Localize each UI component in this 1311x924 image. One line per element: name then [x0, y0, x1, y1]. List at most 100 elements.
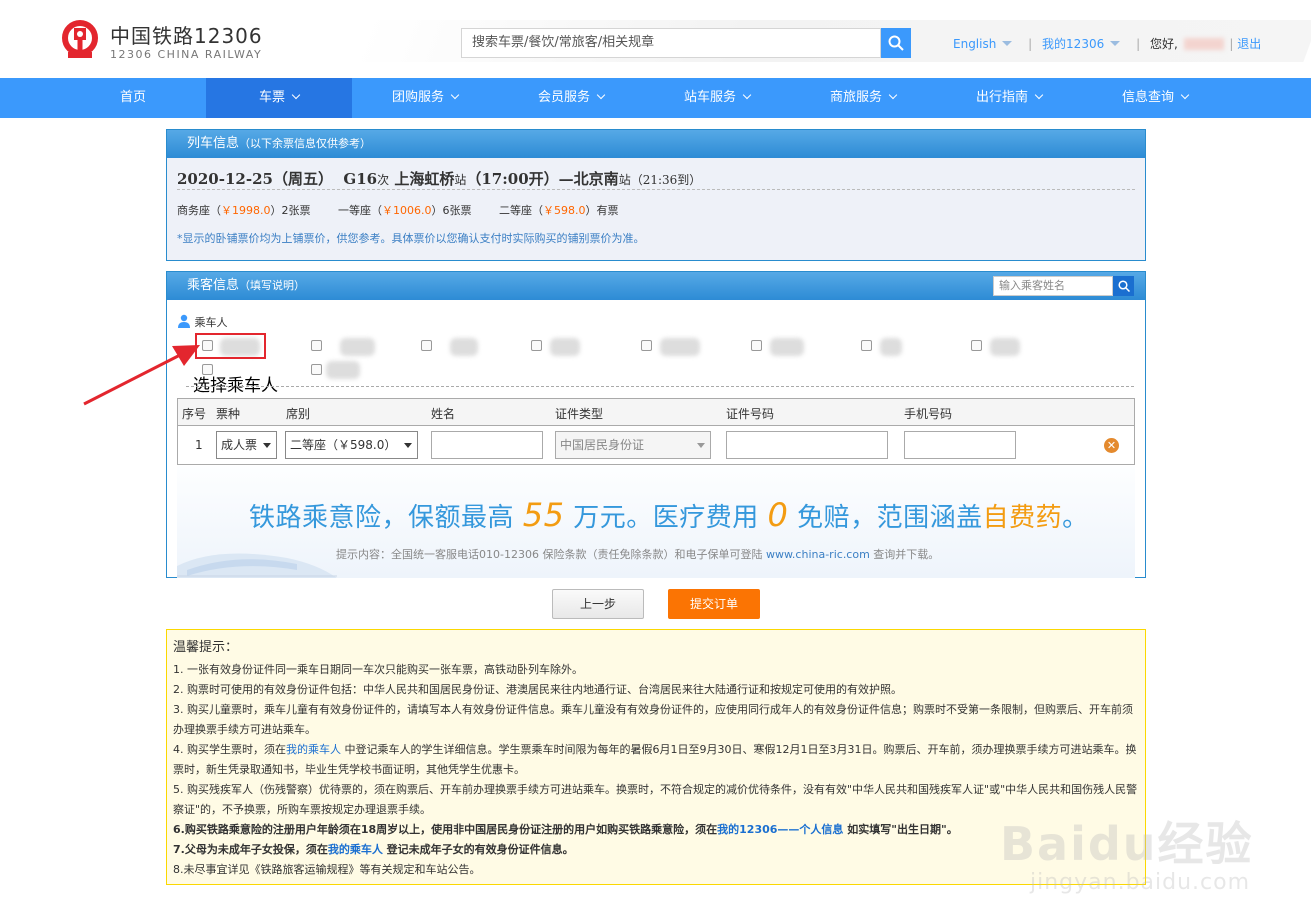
tip-item: 1. 一张有效身份证件同一乘车日期同一车次只能购买一张车票，高铁动卧列车除外。: [173, 663, 583, 676]
train-info-body: 2020-12-25（周五） G16次 上海虹桥站（17:00开）—北京南站（2…: [167, 158, 1145, 260]
passenger-name-redacted: [340, 338, 375, 356]
tip-text: 6.购买铁路乘意险的注册用户年龄须在18周岁以上，使用非中国居民身份证注册的用户…: [173, 823, 718, 836]
nav-travel-guide[interactable]: 出行指南: [936, 78, 1082, 118]
submit-order-button[interactable]: 提交订单: [668, 589, 760, 619]
id-number-input[interactable]: [726, 431, 888, 459]
top-links: English | 我的12306 | 您好, | 退出: [953, 35, 1261, 52]
seat-availability: 商务座（￥1998.0）2张票 一等座（￥1006.0）6张票 二等座（￥598…: [177, 190, 1135, 220]
nav-station-service[interactable]: 站车服务: [644, 78, 790, 118]
panel-header: 列车信息（以下余票信息仅供参考）: [167, 130, 1145, 158]
phone-input[interactable]: [904, 431, 1016, 459]
china-railway-logo-icon[interactable]: [60, 18, 104, 62]
seat-business: 商务座（￥1998.0）2张票: [177, 202, 311, 218]
passenger-checkbox[interactable]: [971, 340, 982, 351]
train-ci: 次: [377, 173, 390, 187]
price-note: *显示的卧铺票价均为上铺票价，供您参考。具体票价以您确认支付时实际购买的铺别票价…: [177, 232, 645, 245]
insurance-url-link[interactable]: www.china-ric.com: [766, 548, 870, 561]
col-name: 姓名: [431, 407, 456, 421]
chevron-down-icon: [450, 90, 460, 100]
my-passengers-link[interactable]: 我的乘车人: [286, 743, 341, 756]
language-link[interactable]: English: [953, 37, 996, 51]
logo-title[interactable]: 中国铁路12306: [110, 20, 263, 49]
arrive-time: （21:36到）: [630, 173, 702, 187]
nav-member-service[interactable]: 会员服务: [498, 78, 644, 118]
train-info-panel: 列车信息（以下余票信息仅供参考） 2020-12-25（周五） G16次 上海虹…: [166, 129, 1146, 261]
nav-group-service[interactable]: 团购服务: [352, 78, 498, 118]
seat-name: 商务座（: [177, 204, 221, 217]
tip-text: 7.父母为未成年子女投保，须在: [173, 843, 328, 856]
divider: [186, 386, 1134, 387]
chevron-down-icon: [1110, 41, 1121, 46]
nav-label: 首页: [119, 90, 146, 105]
seat-name: 二等座（: [499, 204, 543, 217]
search-icon: [888, 35, 904, 51]
tip-item: 7.父母为未成年子女投保，须在我的乘车人 登记未成年子女的有效身份证件信息。: [173, 840, 1139, 860]
passenger-name-redacted: [770, 338, 804, 356]
nav-tickets[interactable]: 车票: [206, 78, 352, 118]
tip-item: 5. 购买残疾军人（伤残警察）优待票的，须在购票后、开车前办理换票手续方可进站乘…: [173, 783, 1138, 816]
tip-item: 8.未尽事宜详见《铁路旅客运输规程》等有关规定和车站公告。: [173, 863, 481, 876]
divider: |: [1229, 36, 1234, 51]
passenger-checkbox[interactable]: [751, 340, 762, 351]
passenger-checkbox[interactable]: [421, 340, 432, 351]
passenger-name-redacted: [550, 338, 580, 356]
passenger-checkbox[interactable]: [641, 340, 652, 351]
ticket-type-select[interactable]: 成人票: [216, 431, 277, 459]
greeting-text: 您好,: [1149, 37, 1178, 51]
col-no: 序号: [182, 407, 207, 421]
dropdown-arrow-icon: [697, 443, 705, 448]
tips-title: 温馨提示：: [173, 640, 239, 655]
train-number: G16: [343, 170, 378, 188]
headline-deductible: 0: [767, 496, 789, 534]
passenger-table: 序号 票种 席别 姓名 证件类型 证件号码 手机号码 1 成人票 二等座（￥59…: [177, 398, 1135, 465]
nav-home[interactable]: 首页: [60, 78, 206, 118]
seat-name: 一等座（: [338, 204, 382, 217]
headline-highlight: 自费药: [982, 503, 1063, 533]
hint-text: 查询并下载。: [869, 548, 940, 561]
passenger-checkbox[interactable]: [311, 364, 322, 375]
tip-item: 4. 购买学生票时，须在我的乘车人 中登记乘车人的学生详细信息。学生票乘车时间限…: [173, 740, 1139, 780]
seat-count: ）2张票: [270, 204, 311, 217]
travel-date: 2020-12-25（周五）: [177, 170, 333, 188]
dropdown-arrow-icon: [404, 443, 412, 448]
my-passengers-link[interactable]: 我的乘车人: [328, 843, 383, 856]
fill-instructions-link[interactable]: （填写说明）: [239, 279, 305, 292]
my12306-link[interactable]: 我的12306: [1042, 35, 1104, 52]
nav-business-service[interactable]: 商旅服务: [790, 78, 936, 118]
passenger-name-redacted: [450, 338, 478, 356]
logout-link[interactable]: 退出: [1237, 35, 1261, 52]
seat-price: ￥1998.0: [221, 204, 271, 217]
passenger-search-button[interactable]: [1113, 276, 1134, 296]
seat-select[interactable]: 二等座（￥598.0）: [285, 431, 418, 459]
passenger-checkbox[interactable]: [311, 340, 322, 351]
panel-subtitle: （以下余票信息仅供参考）: [239, 137, 372, 150]
divider: |: [1136, 36, 1141, 51]
headline-part: 铁路乘意险，保额最高: [249, 503, 523, 533]
search-button[interactable]: [881, 28, 911, 58]
chevron-down-icon: [1034, 90, 1044, 100]
my-12306-profile-link[interactable]: 我的12306——个人信息: [717, 823, 843, 836]
insurance-banner[interactable]: 铁路乘意险，保额最高 55 万元。医疗费用 0 免赔，范围涵盖自费药。 提示内容…: [177, 466, 1135, 578]
tip-text: 如实填写"出生日期"。: [843, 823, 958, 836]
tip-text: 4. 购买学生票时，须在: [173, 743, 286, 756]
name-input[interactable]: [431, 431, 543, 459]
passenger-search-input[interactable]: 输入乘客姓名: [993, 276, 1113, 296]
previous-step-button[interactable]: 上一步: [552, 589, 644, 619]
train-summary: 2020-12-25（周五） G16次 上海虹桥站（17:00开）—北京南站（2…: [177, 158, 1135, 190]
site-search-input[interactable]: 搜索车票/餐饮/常旅客/相关规章: [461, 28, 881, 58]
row-no: 1: [195, 438, 203, 452]
tip-text: 登记未成年子女的有效身份证件信息。: [382, 843, 574, 856]
chevron-down-icon: [596, 90, 606, 100]
seat-price: ￥1006.0: [382, 204, 432, 217]
id-type-select[interactable]: 中国居民身份证: [555, 431, 711, 459]
hint-text: 提示内容：全国统一客服电话010-12306 保险条款（责任免除条款）和电子保单…: [336, 548, 766, 561]
headline-part: 。: [1062, 503, 1089, 533]
col-id-type: 证件类型: [555, 407, 604, 421]
table-header: 序号 票种 席别 姓名 证件类型 证件号码 手机号码: [178, 399, 1134, 426]
delete-row-icon[interactable]: ✕: [1104, 438, 1119, 453]
main-nav: 首页 车票 团购服务 会员服务 站车服务 商旅服务 出行指南 信息查询: [0, 78, 1311, 118]
select-value: 中国居民身份证: [560, 438, 645, 452]
nav-info-query[interactable]: 信息查询: [1082, 78, 1228, 118]
passenger-checkbox[interactable]: [531, 340, 542, 351]
passenger-checkbox[interactable]: [861, 340, 872, 351]
